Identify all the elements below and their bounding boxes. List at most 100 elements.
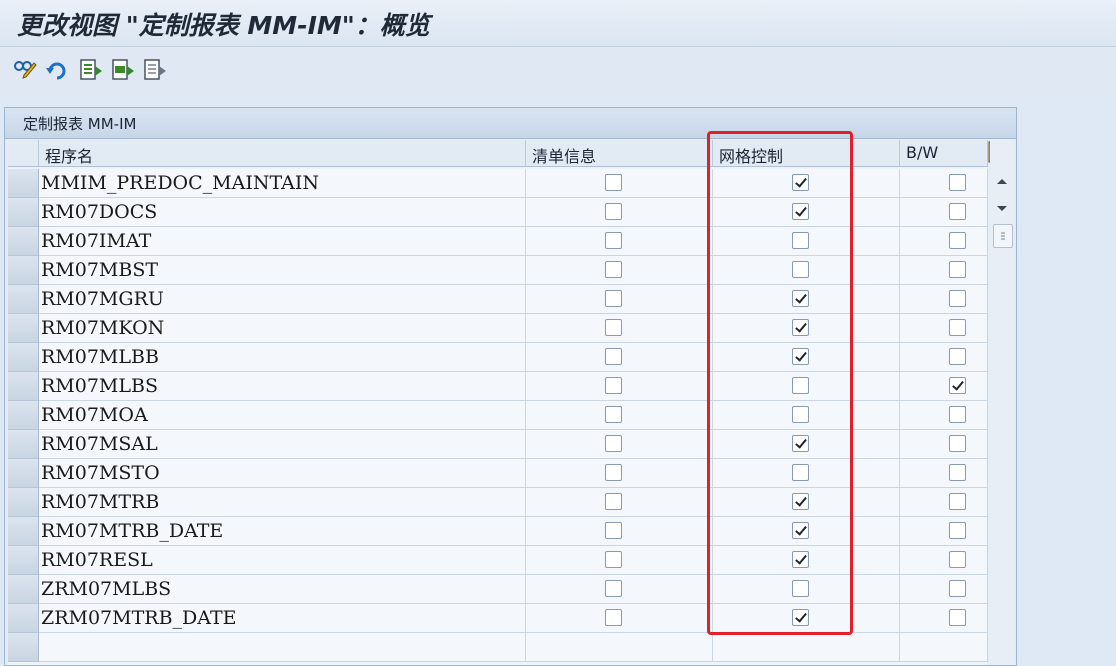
select-all-column-header[interactable]	[8, 140, 39, 167]
list-info-checkbox[interactable]	[605, 232, 622, 249]
column-header-list-info[interactable]: 清单信息	[526, 140, 713, 167]
bw-checkbox[interactable]	[949, 348, 966, 365]
row-selector[interactable]	[8, 459, 39, 488]
display-change-icon[interactable]	[12, 57, 38, 83]
bw-checkbox[interactable]	[949, 406, 966, 423]
grid-control-checkbox[interactable]	[792, 464, 809, 481]
row-selector[interactable]	[8, 488, 39, 517]
table-row	[8, 633, 988, 662]
bw-checkbox[interactable]	[949, 290, 966, 307]
bw-checkbox[interactable]	[949, 609, 966, 626]
scroll-up-icon[interactable]	[993, 172, 1011, 192]
bw-cell	[900, 198, 988, 227]
row-selector[interactable]	[8, 372, 39, 401]
bw-checkbox[interactable]	[949, 580, 966, 597]
grid-control-checkbox[interactable]	[792, 493, 809, 510]
row-selector[interactable]	[8, 575, 39, 604]
grid-control-checkbox[interactable]	[792, 377, 809, 394]
scroll-thumb[interactable]	[993, 224, 1013, 248]
bw-checkbox[interactable]	[949, 174, 966, 191]
list-info-checkbox[interactable]	[605, 580, 622, 597]
list-info-cell	[526, 372, 713, 401]
bw-cell	[900, 227, 988, 256]
data-grid: 程序名 清单信息 网格控制 B/W MMIM_PREDOC_MAINTAIN RM…	[8, 140, 988, 665]
row-selector[interactable]	[8, 546, 39, 575]
undo-icon[interactable]	[44, 57, 70, 83]
grid-control-checkbox[interactable]	[792, 290, 809, 307]
list-info-cell	[526, 430, 713, 459]
row-selector[interactable]	[8, 198, 39, 227]
grid-control-cell	[713, 285, 900, 314]
select-all-icon[interactable]	[78, 57, 104, 83]
grid-control-checkbox[interactable]	[792, 406, 809, 423]
scroll-down-icon[interactable]	[993, 198, 1011, 218]
row-selector[interactable]	[8, 633, 39, 662]
row-selector[interactable]	[8, 169, 39, 198]
row-selector[interactable]	[8, 604, 39, 633]
column-header-program[interactable]: 程序名	[39, 140, 526, 167]
column-header-bw[interactable]: B/W	[900, 140, 988, 167]
list-info-checkbox[interactable]	[605, 348, 622, 365]
grid-control-checkbox[interactable]	[792, 580, 809, 597]
list-info-checkbox[interactable]	[605, 493, 622, 510]
list-info-checkbox[interactable]	[605, 464, 622, 481]
list-info-cell	[526, 227, 713, 256]
list-info-checkbox[interactable]	[605, 609, 622, 626]
row-selector[interactable]	[8, 343, 39, 372]
list-info-checkbox[interactable]	[605, 377, 622, 394]
list-info-checkbox[interactable]	[605, 261, 622, 278]
grid-control-checkbox[interactable]	[792, 348, 809, 365]
row-selector[interactable]	[8, 314, 39, 343]
grid-control-checkbox[interactable]	[792, 319, 809, 336]
bw-checkbox[interactable]	[949, 203, 966, 220]
grid-control-checkbox[interactable]	[792, 435, 809, 452]
grid-control-checkbox[interactable]	[792, 174, 809, 191]
vertical-scrollbar[interactable]	[990, 140, 1014, 665]
column-header-label: 清单信息	[532, 147, 597, 166]
grid-control-checkbox[interactable]	[792, 522, 809, 539]
grid-control-cell	[713, 401, 900, 430]
grid-control-checkbox[interactable]	[792, 261, 809, 278]
row-selector[interactable]	[8, 517, 39, 546]
row-selector[interactable]	[8, 227, 39, 256]
bw-checkbox[interactable]	[949, 522, 966, 539]
row-selector[interactable]	[8, 285, 39, 314]
list-info-checkbox[interactable]	[605, 203, 622, 220]
bw-checkbox[interactable]	[949, 377, 966, 394]
list-info-cell	[526, 343, 713, 372]
table-row: RM07MSTO	[8, 459, 988, 488]
row-selector[interactable]	[8, 256, 39, 285]
program-name: RM07MTRB_DATE	[41, 520, 224, 542]
bw-cell	[900, 633, 988, 662]
grid-control-checkbox[interactable]	[792, 609, 809, 626]
bw-checkbox[interactable]	[949, 319, 966, 336]
table-row: ZRM07MTRB_DATE	[8, 604, 988, 633]
list-info-checkbox[interactable]	[605, 290, 622, 307]
bw-checkbox[interactable]	[949, 551, 966, 568]
grid-control-checkbox[interactable]	[792, 232, 809, 249]
grid-control-checkbox[interactable]	[792, 203, 809, 220]
bw-checkbox[interactable]	[949, 493, 966, 510]
list-info-checkbox[interactable]	[605, 435, 622, 452]
list-info-checkbox[interactable]	[605, 174, 622, 191]
bw-checkbox[interactable]	[949, 261, 966, 278]
column-header-grid-control[interactable]: 网格控制	[713, 140, 900, 167]
deselect-all-icon[interactable]	[142, 57, 168, 83]
bw-checkbox[interactable]	[949, 435, 966, 452]
bw-cell	[900, 401, 988, 430]
row-selector[interactable]	[8, 401, 39, 430]
grid-control-checkbox[interactable]	[792, 551, 809, 568]
select-block-icon[interactable]	[110, 57, 136, 83]
list-info-checkbox[interactable]	[605, 551, 622, 568]
list-info-checkbox[interactable]	[605, 522, 622, 539]
bw-checkbox[interactable]	[949, 232, 966, 249]
list-info-checkbox[interactable]	[605, 319, 622, 336]
program-name-cell: RM07RESL	[39, 546, 526, 575]
list-info-checkbox[interactable]	[605, 406, 622, 423]
list-info-cell	[526, 401, 713, 430]
row-selector[interactable]	[8, 430, 39, 459]
table-row: RM07MTRB	[8, 488, 988, 517]
program-name-cell: RM07MTRB_DATE	[39, 517, 526, 546]
bw-checkbox[interactable]	[949, 464, 966, 481]
program-name: RM07IMAT	[41, 230, 152, 252]
